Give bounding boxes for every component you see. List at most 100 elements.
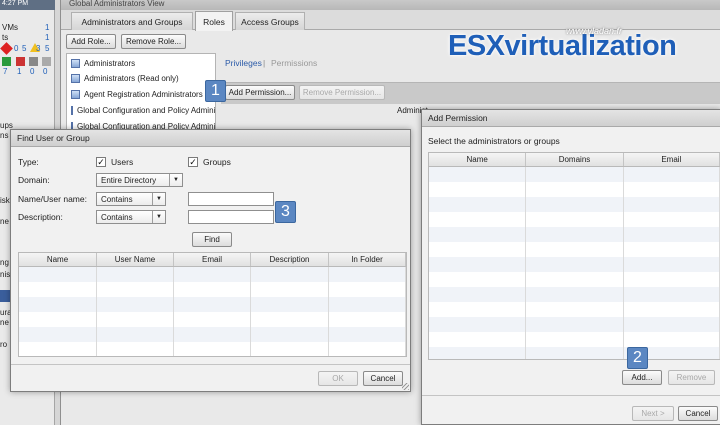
column-header-in-folder[interactable]: In Folder [329, 253, 406, 266]
table-body [429, 167, 720, 359]
permissions-toolbar [221, 82, 720, 104]
table-row[interactable] [429, 317, 720, 332]
table-row[interactable] [429, 347, 720, 359]
table-row[interactable] [19, 327, 406, 342]
window-title: Global Administrators View [69, 0, 165, 8]
column-header-name[interactable]: Name [19, 253, 97, 266]
chevron-down-icon: ▼ [169, 174, 182, 186]
find-dialog-titlebar: Find User or Group [11, 130, 410, 147]
description-match-select[interactable]: Contains ▼ [96, 210, 166, 224]
table-row[interactable] [429, 182, 720, 197]
dialog-title: Add Permission [428, 113, 488, 123]
table-row[interactable] [429, 257, 720, 272]
table-row[interactable] [429, 227, 720, 242]
table-row[interactable] [429, 212, 720, 227]
roles-list: Administrators Administrators (Read only… [66, 53, 216, 133]
find-button[interactable]: Find [192, 232, 232, 247]
role-icon [71, 106, 73, 115]
table-row[interactable] [429, 167, 720, 182]
table-row[interactable] [429, 197, 720, 212]
tab-roles[interactable]: Roles [195, 11, 233, 31]
callout-step-2: 2 [627, 347, 648, 369]
watermark-brand: ESXvirtualization [448, 30, 677, 62]
column-header-name[interactable]: Name [429, 153, 527, 166]
nav-item-fragment[interactable]: ne [0, 217, 9, 226]
add-permission-button[interactable]: Add Permission... [225, 85, 295, 100]
column-header-email[interactable]: Email [174, 253, 251, 266]
column-header-user-name[interactable]: User Name [97, 253, 174, 266]
alarm-count[interactable]: 3 [36, 44, 40, 53]
table-row[interactable] [19, 267, 406, 282]
subtab-separator: | [263, 58, 266, 68]
table-row[interactable] [429, 272, 720, 287]
dialog-title: Find User or Group [17, 133, 90, 143]
table-row[interactable] [19, 342, 406, 356]
role-name: Administrators (Read only) [84, 74, 179, 83]
role-name: Administrators [84, 59, 136, 68]
table-header: Name User Name Email Description In Fold… [19, 253, 406, 267]
table-row[interactable] [429, 302, 720, 317]
list-item[interactable]: Global Configuration and Policy Administ… [67, 103, 215, 118]
nav-item-fragment[interactable]: ro [0, 340, 7, 349]
nav-item-fragment[interactable]: ng [0, 258, 9, 267]
name-match-select[interactable]: Contains ▼ [96, 192, 166, 206]
nav-item-fragment[interactable]: nis [0, 270, 10, 279]
status-count[interactable]: 0 [30, 67, 34, 76]
add-principal-button[interactable]: Add... [622, 370, 662, 385]
cancel-button[interactable]: Cancel [678, 406, 718, 421]
ok-button[interactable]: OK [318, 371, 358, 386]
subtab-permissions[interactable]: Permissions [271, 58, 317, 68]
name-input[interactable] [188, 192, 274, 206]
domain-select[interactable]: Entire Directory ▼ [96, 173, 183, 187]
column-header-domains[interactable]: Domains [526, 153, 624, 166]
table-row[interactable] [19, 282, 406, 297]
groups-checkbox[interactable]: ✓ [188, 157, 198, 167]
status-count[interactable]: 0 [43, 67, 47, 76]
resize-grip-icon[interactable] [402, 383, 409, 390]
nav-item-selected[interactable] [0, 290, 10, 302]
add-permission-dialog: Add Permission Select the administrators… [421, 109, 720, 425]
description-label: Description: [18, 212, 63, 222]
nav-item-fragment[interactable]: ns [0, 131, 8, 140]
cancel-button[interactable]: Cancel [363, 371, 403, 386]
list-item[interactable]: Administrators (Read only) [67, 71, 215, 86]
table-row[interactable] [429, 242, 720, 257]
table-row[interactable] [19, 297, 406, 312]
table-header: Name Domains Email [429, 153, 720, 167]
vms-label: VMs [2, 23, 18, 32]
table-row[interactable] [19, 312, 406, 327]
chevron-down-icon: ▼ [152, 193, 165, 205]
alarm-count[interactable]: 0 [14, 44, 18, 53]
list-item[interactable]: Administrators [67, 56, 215, 71]
status-count[interactable]: 7 [3, 67, 7, 76]
ts-count[interactable]: 1 [45, 33, 49, 42]
users-checkbox[interactable]: ✓ [96, 157, 106, 167]
table-row[interactable] [429, 332, 720, 347]
remove-principal-button[interactable]: Remove [668, 370, 715, 385]
status-count[interactable]: 1 [17, 67, 21, 76]
nav-item-fragment[interactable]: ne [0, 318, 9, 327]
description-input[interactable] [188, 210, 274, 224]
find-dialog-footer-divider [11, 364, 410, 365]
tab-access-groups[interactable]: Access Groups [235, 12, 305, 30]
alarm-count[interactable]: 5 [45, 44, 49, 53]
find-user-or-group-dialog: Find User or Group Type: ✓ Users ✓ Group… [10, 129, 411, 392]
list-item[interactable]: Agent Registration Administrators [67, 87, 215, 102]
column-header-description[interactable]: Description [251, 253, 329, 266]
next-button[interactable]: Next > [632, 406, 674, 421]
watermark-logo: ESXvirtualization www.vladan.fr [448, 26, 710, 70]
role-icon [71, 74, 80, 83]
column-header-email[interactable]: Email [624, 153, 720, 166]
watermark-url: www.vladan.fr [566, 26, 623, 36]
vms-count[interactable]: 1 [45, 23, 49, 32]
domain-label: Domain: [18, 175, 50, 185]
table-row[interactable] [429, 287, 720, 302]
subtab-privileges[interactable]: Privileges [225, 58, 262, 68]
remove-role-button[interactable]: Remove Role... [121, 34, 186, 49]
name-match-value: Contains [101, 194, 133, 204]
tab-administrators-and-groups[interactable]: Administrators and Groups [71, 12, 193, 30]
tab-label: Administrators and Groups [81, 16, 183, 27]
remove-permission-button[interactable]: Remove Permission... [299, 85, 385, 100]
add-role-button[interactable]: Add Role... [66, 34, 116, 49]
alarm-count[interactable]: 5 [22, 44, 26, 53]
